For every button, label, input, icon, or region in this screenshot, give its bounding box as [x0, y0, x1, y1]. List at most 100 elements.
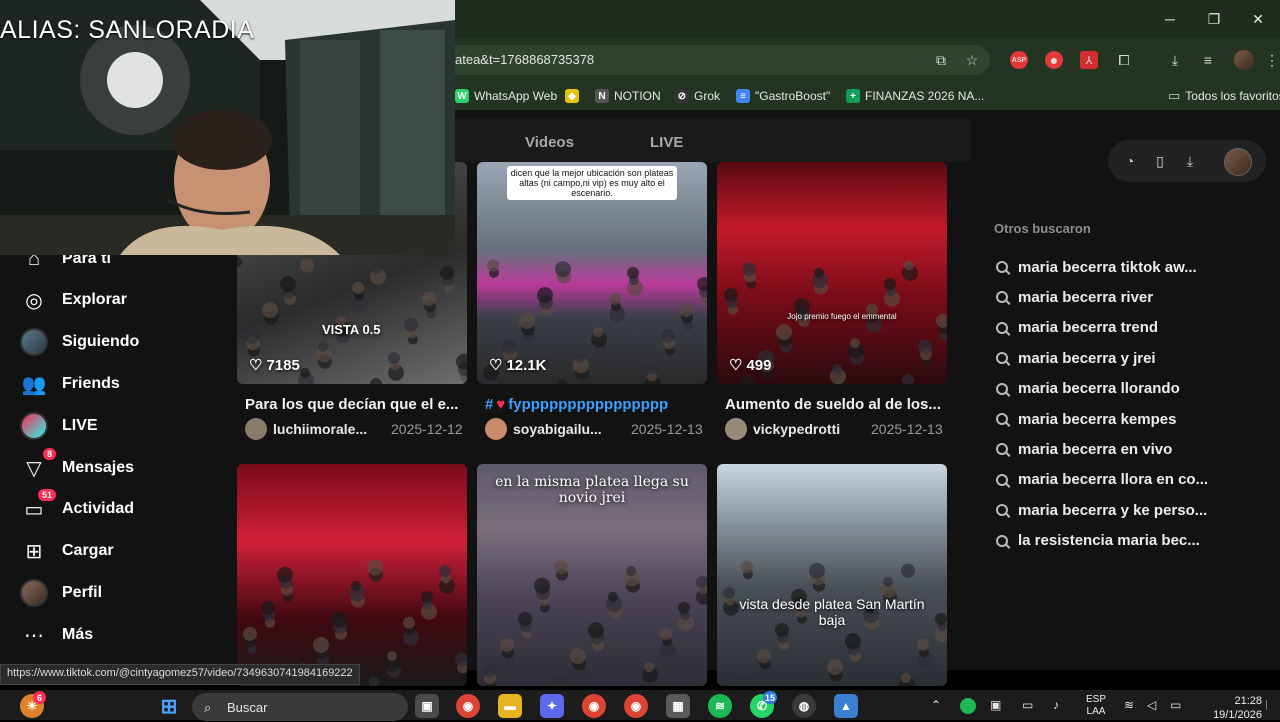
- taskbar-search-input[interactable]: [192, 693, 408, 721]
- taskbar-clock[interactable]: 21:28 19/1/2026: [1200, 694, 1262, 722]
- sidebar-item-actividad[interactable]: ▭ 51 Actividad: [20, 489, 134, 524]
- extension-record-icon[interactable]: ●: [1045, 51, 1063, 69]
- install-app-icon[interactable]: ⧉: [931, 50, 951, 70]
- likes-count: 499: [746, 356, 772, 374]
- creator-username[interactable]: luchiimorale...: [273, 421, 371, 437]
- photos-icon[interactable]: ▲: [834, 694, 858, 718]
- spotify-icon[interactable]: ≋: [708, 694, 732, 718]
- compass-icon-glyph: ◎: [25, 289, 43, 312]
- close-button[interactable]: ✕: [1236, 0, 1280, 38]
- bookmark-item[interactable]: ◆: [565, 86, 579, 106]
- video-title[interactable]: Para los que decían que el e...: [245, 396, 477, 413]
- address-bar-url[interactable]: atea&t=1768868735378: [455, 52, 594, 67]
- chrome-profile-2-icon[interactable]: ◉: [624, 694, 648, 718]
- download-app-icon[interactable]: ⤓: [1181, 152, 1199, 170]
- chrome-icon[interactable]: ◉: [456, 694, 480, 718]
- obs-icon[interactable]: ◍: [792, 694, 816, 718]
- tray-display-icon[interactable]: ▭: [1022, 698, 1033, 712]
- sidebar-item-cargar[interactable]: ⊞ Cargar: [20, 536, 114, 566]
- video-title[interactable]: Aumento de sueldo al de los...: [725, 396, 957, 413]
- sidebar-item-friends[interactable]: 👥 Friends: [20, 369, 120, 399]
- tab-live[interactable]: LIVE: [650, 134, 683, 151]
- search-suggestion[interactable]: maria becerra trend: [996, 317, 1158, 339]
- browser-menu-icon[interactable]: ⋮: [1262, 50, 1280, 70]
- minimize-button[interactable]: ─: [1148, 0, 1192, 38]
- search-suggestion[interactable]: maria becerra y jrei: [996, 347, 1156, 369]
- bookmark-star-icon[interactable]: ☆: [962, 50, 982, 70]
- bookmarks-folder-label: Todos los favoritos: [1185, 89, 1280, 103]
- file-explorer-icon[interactable]: ▬: [498, 694, 522, 718]
- sidebar-item-live[interactable]: LIVE: [20, 411, 98, 441]
- tray-whatsapp-icon[interactable]: ▣: [990, 698, 1001, 712]
- microphone-icon[interactable]: ♪: [1053, 698, 1059, 712]
- likes-count: 7185: [266, 356, 300, 374]
- browser-profile-avatar[interactable]: [1234, 50, 1254, 70]
- task-view-icon[interactable]: ▣: [415, 694, 439, 718]
- sidebar-item-explorar[interactable]: ◎ Explorar: [20, 285, 127, 315]
- search-suggestion[interactable]: maria becerra river: [996, 286, 1153, 308]
- sidebar-item-siguiendo[interactable]: Siguiendo: [20, 327, 139, 357]
- bookmark-item[interactable]: ≡ "GastroBoost": [736, 86, 830, 106]
- chrome-profile-icon[interactable]: ◉: [582, 694, 606, 718]
- bookmark-item[interactable]: + FINANZAS 2026 NA...: [846, 86, 984, 106]
- battery-icon[interactable]: ▭: [1170, 698, 1181, 712]
- download-icon[interactable]: ⤓: [1165, 50, 1185, 70]
- video-card[interactable]: vista desde platea San Martín baja: [717, 464, 947, 686]
- search-suggestion[interactable]: maria becerra tiktok aw...: [996, 256, 1197, 278]
- search-suggestion[interactable]: maria becerra y ke perso...: [996, 499, 1207, 521]
- video-card[interactable]: [237, 464, 467, 686]
- creator-username[interactable]: soyabigailu...: [513, 421, 611, 437]
- widgets-badge: 6: [33, 691, 46, 704]
- show-desktop-button[interactable]: [1266, 700, 1274, 710]
- video-card[interactable]: dicen que la mejor ubicación son plateas…: [477, 162, 707, 384]
- sidebar-item-mensajes[interactable]: ▽ 8 Mensajes: [20, 448, 134, 483]
- bookmark-item[interactable]: N NOTION: [595, 86, 661, 106]
- search-suggestion-text: maria becerra river: [1018, 288, 1154, 306]
- creator-avatar[interactable]: [725, 418, 747, 440]
- bookmark-item[interactable]: ⊘ Grok: [675, 86, 720, 106]
- hashtag-link[interactable]: # ♥ fypppppppppppppppp: [485, 396, 668, 413]
- video-thumbnail-image: [724, 260, 947, 384]
- window-controls: ─ ❐ ✕: [1148, 0, 1280, 38]
- search-suggestion[interactable]: maria becerra en vivo: [996, 438, 1172, 460]
- tray-spotify-icon[interactable]: [960, 698, 976, 714]
- bookmark-item[interactable]: W WhatsApp Web: [455, 86, 557, 106]
- reading-list-icon[interactable]: ≡: [1198, 50, 1218, 70]
- volume-icon[interactable]: ◁: [1147, 698, 1156, 712]
- extension-pdf-icon[interactable]: ⅄: [1080, 51, 1098, 69]
- restore-button[interactable]: ❐: [1192, 0, 1236, 38]
- mobile-app-icon[interactable]: ▯: [1151, 152, 1169, 170]
- tab-videos[interactable]: Videos: [525, 134, 574, 151]
- extensions-icon[interactable]: ⧠: [1114, 50, 1134, 70]
- search-suggestion[interactable]: maria becerra llorando: [996, 378, 1180, 400]
- tray-overflow-icon[interactable]: ⌃: [931, 698, 941, 712]
- extension-asp-icon[interactable]: ASP: [1010, 51, 1028, 69]
- video-title[interactable]: # ♥ fypppppppppppppppp: [485, 396, 717, 413]
- search-suggestion[interactable]: maria becerra llora en co...: [996, 469, 1208, 491]
- windows-start-icon[interactable]: ⊞: [157, 694, 181, 718]
- video-card[interactable]: Jojo premio fuego el emmental ♡ 499: [717, 162, 947, 384]
- wifi-icon[interactable]: ≋: [1124, 698, 1134, 712]
- bookmarks-folder[interactable]: ▭ Todos los favoritos: [1168, 86, 1280, 106]
- coins-icon[interactable]: ◔: [1121, 152, 1139, 170]
- sidebar-item-perfil[interactable]: Perfil: [20, 578, 102, 608]
- language-indicator[interactable]: ESP LAA: [1085, 694, 1107, 718]
- sidebar-item-label: LIVE: [62, 417, 98, 434]
- creator-avatar[interactable]: [485, 418, 507, 440]
- creator-avatar[interactable]: [245, 418, 267, 440]
- video-meta: luchiimorale... 2025-12-12: [245, 417, 463, 441]
- sidebar-item-label: Más: [62, 626, 94, 643]
- creator-username[interactable]: vickypedrotti: [753, 421, 851, 437]
- search-icon: [996, 473, 1008, 486]
- video-overlay-text: en la misma platea llega su novio jrei: [495, 474, 689, 506]
- calculator-icon[interactable]: ▦: [666, 694, 690, 718]
- profile-avatar[interactable]: [1224, 148, 1252, 176]
- search-suggestion[interactable]: maria becerra kempes: [996, 408, 1176, 430]
- search-suggestion[interactable]: la resistencia maria bec...: [996, 530, 1200, 552]
- sidebar-item-mas[interactable]: ⋯ Más: [20, 620, 93, 650]
- sidebar-item-label: Cargar: [62, 542, 114, 559]
- copilot-icon[interactable]: ✦: [540, 694, 564, 718]
- notification-badge: 8: [42, 448, 56, 460]
- hashtag-symbol: #: [485, 396, 494, 413]
- video-card[interactable]: en la misma platea llega su novio jrei: [477, 464, 707, 686]
